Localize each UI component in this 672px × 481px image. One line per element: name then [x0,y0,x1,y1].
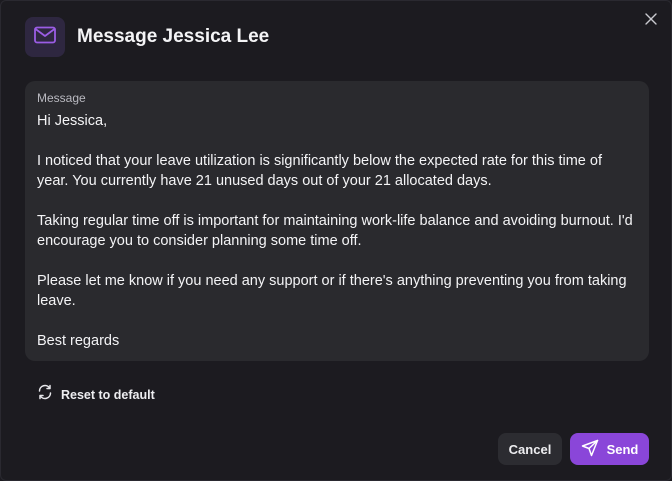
send-button[interactable]: Send [570,433,649,465]
dialog-title: Message Jessica Lee [77,26,270,47]
reset-label: Reset to default [61,387,155,402]
close-icon [645,12,657,30]
cancel-button[interactable]: Cancel [498,433,562,465]
header-mail-icon-box [25,17,65,57]
message-label: Message [37,91,86,105]
refresh-icon [37,384,53,405]
message-dialog: Message Jessica Lee Message Hi Jessica, … [0,0,672,481]
message-body[interactable]: Hi Jessica, I noticed that your leave ut… [37,111,637,351]
reset-to-default-button[interactable]: Reset to default [37,384,155,405]
message-textarea[interactable]: Message Hi Jessica, I noticed that your … [25,81,649,361]
close-button[interactable] [643,13,659,29]
send-icon [581,439,599,460]
mail-icon [34,26,56,49]
send-label: Send [606,441,639,457]
